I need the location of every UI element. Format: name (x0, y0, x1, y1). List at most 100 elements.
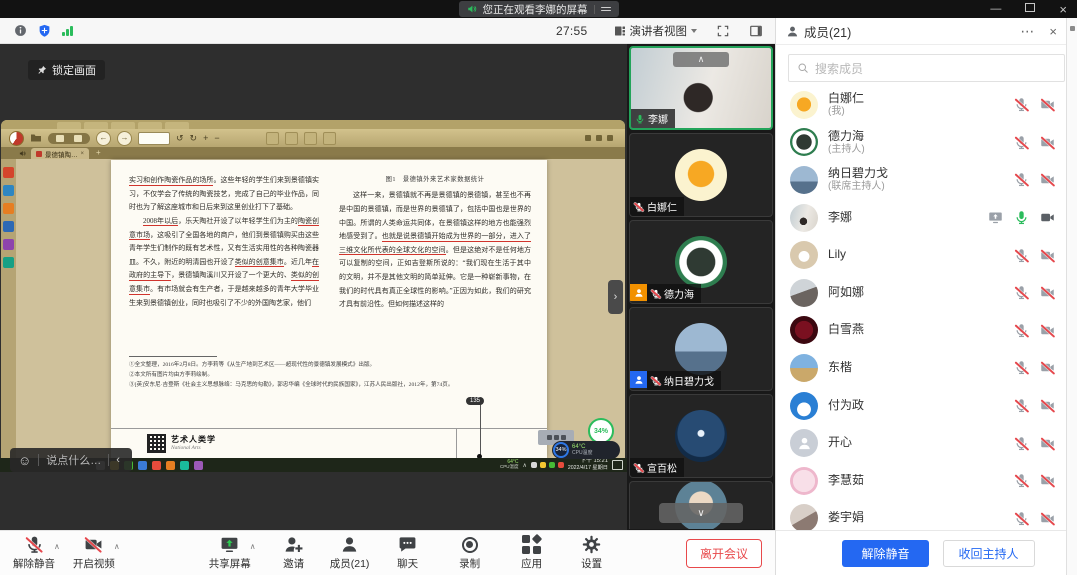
taskbar-app-icon[interactable] (152, 461, 161, 470)
document-tab[interactable]: 景德镇陶… × (31, 148, 89, 159)
mic-status-icon[interactable] (1014, 398, 1029, 413)
taskbar-app-icon[interactable] (138, 461, 147, 470)
open-folder-icon[interactable] (30, 132, 42, 144)
camera-status-icon[interactable] (1040, 511, 1055, 526)
unmute-button[interactable]: 解除静音 (842, 540, 928, 567)
member-row[interactable]: 付为政 (776, 387, 1077, 425)
tool-button[interactable] (323, 132, 336, 145)
ribbon-tab[interactable] (111, 122, 135, 129)
member-row[interactable]: 李娜 (776, 199, 1077, 237)
member-row[interactable]: 德力海 (主持人) (776, 124, 1077, 162)
taskbar-app-icon[interactable] (180, 461, 189, 470)
redo-icon[interactable]: ↻ (190, 134, 198, 143)
camera-status-icon[interactable] (1040, 473, 1055, 488)
panel-more-button[interactable]: ⋯ (1020, 24, 1034, 38)
toolbar-start-video-button[interactable]: 开启视频 (68, 535, 120, 571)
member-row[interactable]: 白雪燕 (776, 312, 1077, 350)
view-mode-button[interactable]: 演讲者视图 (614, 23, 698, 39)
tray-icon[interactable] (558, 462, 564, 468)
tray-icon[interactable] (540, 462, 546, 468)
toolbar-share-screen-button[interactable]: 共享屏幕 (204, 535, 256, 571)
expand-chevron[interactable]: ∧ (250, 542, 256, 551)
toolbar-chat-button[interactable]: 聊天 (382, 535, 434, 571)
tray-icon[interactable] (531, 462, 537, 468)
expand-chevron[interactable]: ∧ (114, 542, 120, 551)
panel-expand-handle[interactable]: › (608, 280, 623, 314)
camera-status-icon[interactable] (1040, 360, 1055, 375)
chat-input-placeholder[interactable]: 说点什么… (46, 452, 101, 468)
banner-menu-icon[interactable] (601, 7, 611, 12)
video-tile[interactable]: 白娜仁 (629, 133, 773, 217)
collapse-videos-button[interactable]: ∧ (673, 52, 729, 67)
mic-status-icon[interactable] (1014, 511, 1029, 526)
lock-view-button[interactable]: 锁定画面 (28, 60, 105, 80)
watching-banner[interactable]: 您正在观看李娜的屏幕 (459, 1, 619, 17)
video-tile[interactable]: ∨ (629, 481, 773, 529)
notification-icon[interactable] (612, 460, 623, 470)
mic-status-icon[interactable] (1014, 360, 1029, 375)
member-row[interactable]: 纳日碧力戈 (联席主持人) (776, 161, 1077, 199)
member-row[interactable]: 李慧茹 (776, 462, 1077, 500)
security-shield-icon[interactable] (38, 24, 51, 37)
member-row[interactable]: 阿如娜 (776, 274, 1077, 312)
ribbon-tab[interactable] (84, 122, 108, 129)
back-button[interactable]: ← (96, 131, 111, 146)
undo-icon[interactable]: ↺ (176, 134, 184, 143)
dock-app-icon[interactable] (3, 221, 14, 232)
cpu-monitor-widget[interactable]: 34% 64°C CPU温度 (552, 441, 620, 459)
camera-status-icon[interactable] (1040, 398, 1055, 413)
mic-status-icon[interactable] (1014, 473, 1029, 488)
side-panel-layout-icon[interactable] (749, 24, 763, 38)
video-tile[interactable]: 纳日碧力戈 (629, 307, 773, 391)
panel-close-button[interactable]: × (1049, 25, 1057, 38)
dock-app-icon[interactable] (3, 203, 14, 214)
camera-status-icon[interactable] (1040, 210, 1055, 225)
forward-button[interactable]: → (117, 131, 132, 146)
mic-status-icon[interactable] (1014, 172, 1029, 187)
docked-panel-edge[interactable] (1066, 18, 1077, 575)
leave-meeting-button[interactable]: 离开会议 (686, 539, 762, 568)
camera-status-icon[interactable] (1040, 248, 1055, 263)
emoji-icon[interactable]: ☺ (18, 454, 31, 467)
toolbar-record-button[interactable]: 录制 (444, 535, 496, 571)
mic-status-icon[interactable] (1014, 436, 1029, 451)
tray-icon[interactable] (549, 462, 555, 468)
mic-status-icon[interactable] (1014, 135, 1029, 150)
toolbar-invite-button[interactable]: 邀请 (268, 535, 320, 571)
camera-status-icon[interactable] (1040, 436, 1055, 451)
camera-status-icon[interactable] (1040, 323, 1055, 338)
toolbar-unmute-button[interactable]: 解除静音 (8, 535, 60, 571)
mic-status-icon[interactable] (1014, 248, 1029, 263)
dock-app-icon[interactable] (3, 239, 14, 250)
meeting-info-icon[interactable] (14, 24, 27, 37)
close-tab-icon[interactable]: × (81, 151, 85, 157)
reader-window-controls[interactable] (585, 135, 613, 141)
tool-button[interactable] (304, 132, 317, 145)
close-button[interactable]: × (1059, 3, 1067, 16)
camera-status-icon[interactable] (1040, 172, 1055, 187)
video-tile[interactable]: 宣百松 (629, 394, 773, 478)
zoom-out-icon[interactable]: − (214, 134, 219, 143)
tool-button[interactable] (285, 132, 298, 145)
dock-app-icon[interactable] (3, 185, 14, 196)
mic-status-icon[interactable] (1014, 97, 1029, 112)
toolbar-members-button[interactable]: 成员(21) (324, 535, 376, 571)
taskbar-clock[interactable]: 下午 15:21 2022/4/17 星期日 (568, 458, 608, 471)
collapse-chat-icon[interactable]: ‹ (116, 454, 120, 466)
taskbar-app-icon[interactable] (166, 461, 175, 470)
member-row[interactable]: 开心 (776, 424, 1077, 462)
mic-status-icon[interactable] (1014, 323, 1029, 338)
member-search-input[interactable]: 搜索成员 (788, 54, 1065, 82)
toolbar-settings-button[interactable]: 设置 (566, 535, 618, 571)
tool-button[interactable] (266, 132, 279, 145)
minimize-button[interactable]: — (990, 4, 1001, 15)
member-row[interactable]: 东楷 (776, 349, 1077, 387)
mic-status-icon[interactable] (1014, 285, 1029, 300)
camera-status-icon[interactable] (1040, 97, 1055, 112)
camera-status-icon[interactable] (1040, 135, 1055, 150)
taskbar-app-icon[interactable] (194, 461, 203, 470)
dock-app-icon[interactable] (3, 257, 14, 268)
ribbon-tab[interactable] (165, 122, 189, 129)
zoom-in-icon[interactable]: + (203, 134, 208, 143)
member-row[interactable]: 娄宇娟 (776, 500, 1077, 530)
